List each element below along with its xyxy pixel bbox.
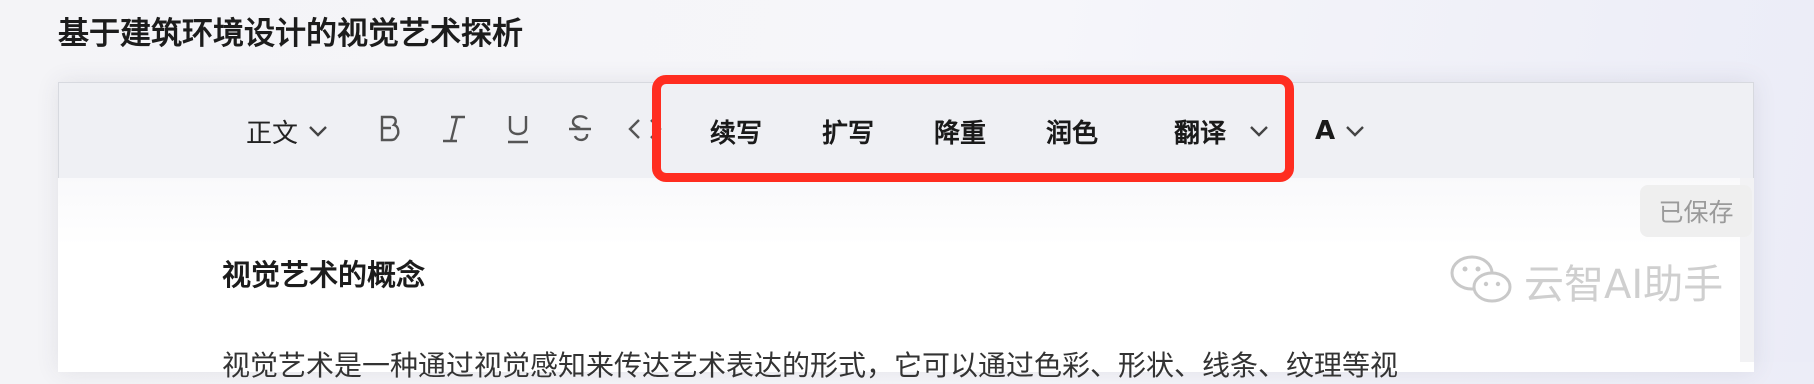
document-title: 基于建筑环境设计的视觉艺术探析 <box>58 16 523 52</box>
paragraph-style-dropdown[interactable]: 正文 <box>235 83 339 179</box>
save-status-badge: 已保存 <box>1640 185 1752 237</box>
underline-icon <box>505 114 531 148</box>
strikethrough-button[interactable] <box>557 83 603 179</box>
watermark-text: 云智AI助手 <box>1524 262 1724 308</box>
section-heading: 视觉艺术的概念 <box>222 258 426 292</box>
underline-button[interactable] <box>495 83 541 179</box>
font-color-dropdown[interactable]: A <box>1303 83 1377 179</box>
content-top-area <box>58 178 1754 246</box>
italic-button[interactable] <box>431 83 477 179</box>
wechat-icon <box>1448 251 1514 311</box>
body-paragraph: 视觉艺术是一种通过视觉感知来传达艺术表达的形式，它可以通过色彩、形状、线条、纹理… <box>222 349 1399 382</box>
chevron-down-icon <box>1345 122 1365 141</box>
italic-icon <box>441 114 467 148</box>
strikethrough-icon <box>567 114 593 148</box>
chevron-down-icon <box>308 122 328 141</box>
bold-icon <box>377 114 403 148</box>
bold-button[interactable] <box>367 83 413 179</box>
font-color-label: A <box>1314 116 1336 146</box>
ai-actions-highlight <box>652 75 1294 182</box>
watermark: 云智AI助手 <box>1448 248 1723 314</box>
paragraph-style-label: 正文 <box>245 118 298 149</box>
